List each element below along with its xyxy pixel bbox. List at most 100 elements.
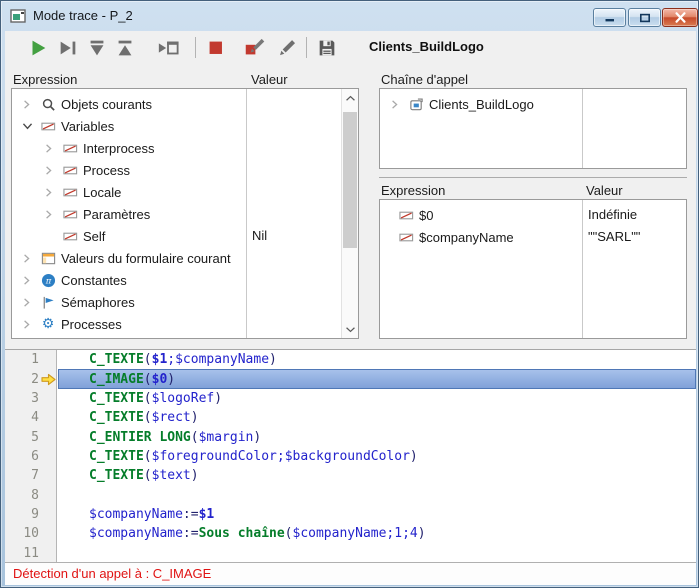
chevron-right-icon[interactable] (391, 99, 399, 110)
code-line[interactable]: 6 C_TEXTE($foregroundColor;$backgroundCol… (5, 447, 696, 466)
tree-row[interactable]: ⚙Processes (12, 313, 341, 335)
step-out-button[interactable] (112, 35, 138, 61)
chevron-right-icon[interactable] (45, 143, 53, 154)
chevron-right-icon[interactable] (23, 319, 31, 330)
line-number[interactable]: 9 (5, 507, 39, 522)
code-token: $companyName (293, 526, 387, 541)
abort-and-edit-button[interactable] (241, 35, 267, 61)
vertical-splitter[interactable] (361, 88, 377, 339)
abort-button[interactable] (203, 35, 229, 61)
chevron-right-icon[interactable] (23, 99, 31, 110)
tree-item-label: Paramètres (83, 207, 150, 222)
variable-icon (399, 208, 414, 223)
code-line[interactable]: 10$companyName:=Sous chaîne($companyName… (5, 524, 696, 543)
tree-row[interactable]: Paramètres (12, 203, 341, 225)
code-line-text[interactable]: C_TEXTE($rect) (58, 408, 696, 427)
tree-row[interactable]: Objets courants (12, 93, 341, 115)
window-title: Mode trace - P_2 (33, 8, 133, 23)
line-number[interactable]: 4 (5, 410, 39, 425)
scrollbar-thumb[interactable] (343, 112, 357, 248)
watch-value[interactable]: Indéfinie (588, 204, 637, 226)
code-token: 4 (410, 526, 418, 541)
chevron-right-icon[interactable] (23, 253, 31, 264)
code-line[interactable]: 11 (5, 544, 696, 563)
line-number[interactable]: 2 (5, 372, 39, 387)
code-line[interactable]: 3 C_TEXTE($logoRef) (5, 389, 696, 408)
chevron-right-icon[interactable] (45, 209, 53, 220)
code-token: ; (402, 526, 410, 541)
horizontal-splitter[interactable] (5, 339, 696, 349)
code-line[interactable]: 7 C_TEXTE($text) (5, 466, 696, 485)
code-token: $foregroundColor (152, 449, 277, 464)
minimize-button[interactable] (593, 8, 626, 27)
code-line-text[interactable] (58, 544, 696, 563)
code-token: ) (214, 391, 222, 406)
step-into-button[interactable] (84, 35, 110, 61)
tree-row[interactable]: Clients_BuildLogo (380, 93, 686, 115)
watch-scrollbar[interactable] (341, 89, 358, 338)
chevron-right-icon[interactable] (23, 297, 31, 308)
code-line-text[interactable]: C_ENTIER LONG($margin) (58, 427, 696, 446)
code-line-text[interactable]: C_IMAGE($0) (58, 369, 696, 388)
chevron-down-icon[interactable] (22, 122, 33, 131)
code-line[interactable]: 5 C_ENTIER LONG($margin) (5, 427, 696, 446)
code-editor[interactable]: 1 C_TEXTE($1;$companyName) 2 C_IMAGE($0) 3 C_… (5, 349, 696, 562)
tree-row[interactable]: Process (12, 159, 341, 181)
line-number[interactable]: 11 (5, 546, 39, 561)
tree-row[interactable]: Variables (12, 115, 341, 137)
right-pane-divider (379, 177, 687, 178)
code-token: := (183, 526, 199, 541)
code-line-text[interactable]: C_TEXTE($foregroundColor;$backgroundColo… (58, 447, 696, 466)
watch-expression-row[interactable]: $0Indéfinie (380, 204, 686, 226)
chevron-right-icon[interactable] (23, 275, 31, 286)
code-token: $rect (152, 410, 191, 425)
tree-row[interactable]: Locale (12, 181, 341, 203)
edit-button[interactable] (274, 35, 300, 61)
line-number[interactable]: 8 (5, 488, 39, 503)
close-button[interactable] (662, 8, 698, 27)
code-line-text[interactable]: $companyName:=$1 (58, 505, 696, 524)
step-over-button[interactable] (55, 35, 81, 61)
save-settings-button[interactable] (314, 35, 340, 61)
chevron-right-icon[interactable] (45, 165, 53, 176)
code-line-text[interactable]: C_TEXTE($logoRef) (58, 389, 696, 408)
line-number[interactable]: 6 (5, 449, 39, 464)
code-token: $backgroundColor (285, 449, 410, 464)
line-number[interactable]: 7 (5, 468, 39, 483)
title-bar[interactable]: Mode trace - P_2 (1, 1, 698, 31)
scroll-up-icon[interactable] (342, 90, 358, 106)
continue-button[interactable] (25, 35, 51, 61)
method-icon (409, 97, 424, 112)
code-line[interactable]: 1 C_TEXTE($1;$companyName) (5, 350, 696, 369)
watch-value[interactable]: ""SARL"" (588, 226, 640, 248)
line-number[interactable]: 5 (5, 430, 39, 445)
tree-item-label: Valeurs du formulaire courant (61, 251, 231, 266)
line-number[interactable]: 10 (5, 526, 39, 541)
chevron-right-icon[interactable] (45, 187, 53, 198)
tree-row[interactable]: Valeurs du formulaire courant (12, 247, 341, 269)
code-line-text[interactable] (58, 486, 696, 505)
edit-icon (276, 37, 298, 59)
code-token: 1 (394, 526, 402, 541)
code-line[interactable]: 4 C_TEXTE($rect) (5, 408, 696, 427)
code-token: ( (144, 372, 152, 387)
tree-row[interactable]: Interprocess (12, 137, 341, 159)
step-over-icon (57, 37, 79, 59)
code-line-text[interactable]: $companyName:=Sous chaîne($companyName;1… (58, 524, 696, 543)
scroll-down-icon[interactable] (342, 321, 358, 337)
tree-row[interactable]: Sémaphores (12, 291, 341, 313)
line-number[interactable]: 3 (5, 391, 39, 406)
code-line[interactable]: 2 C_IMAGE($0) (5, 369, 696, 388)
code-line-text[interactable]: C_TEXTE($text) (58, 466, 696, 485)
code-line[interactable]: 8 (5, 486, 696, 505)
code-line-text[interactable]: C_TEXTE($1;$companyName) (58, 350, 696, 369)
tree-row[interactable]: SelfNil (12, 225, 341, 247)
maximize-button[interactable] (628, 8, 661, 27)
tree-row[interactable]: πConstantes (12, 269, 341, 291)
code-line[interactable]: 9 $companyName:=$1 (5, 505, 696, 524)
code-token: $logoRef (152, 391, 215, 406)
watch-expression-row[interactable]: $companyName""SARL"" (380, 226, 686, 248)
step-into-new-process-button[interactable] (155, 35, 181, 61)
tree-item-value[interactable]: Nil (252, 225, 267, 247)
line-number[interactable]: 1 (5, 352, 39, 367)
